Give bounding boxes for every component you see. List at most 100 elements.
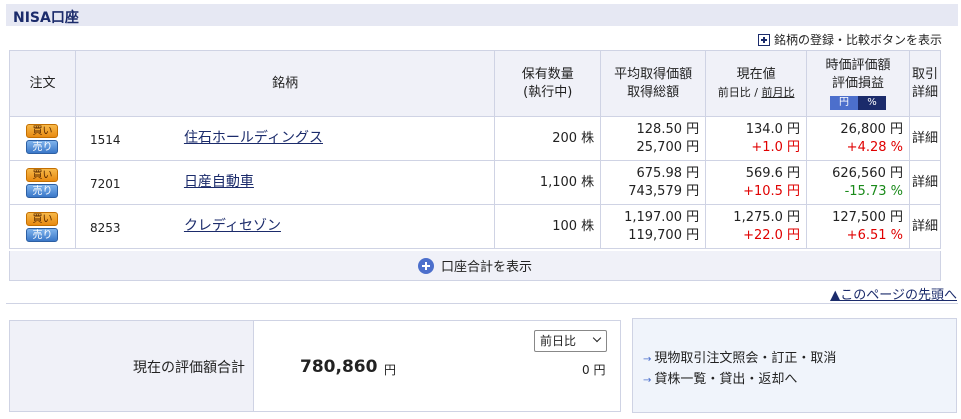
header-order: 注文	[9, 50, 76, 117]
price-cell: 569.6 円 +10.5 円	[705, 160, 808, 205]
order-inquiry-label: 現物取引注文照会・訂正・取消	[654, 351, 837, 366]
pl-percent: +4.28 %	[846, 139, 903, 155]
order-inquiry-link[interactable]: → 現物取引注文照会・訂正・取消	[643, 347, 836, 366]
total-cost: 119,700 円	[628, 227, 700, 243]
stock-cell: 8253 クレディセゾン	[74, 204, 496, 249]
market-value: 26,800 円	[840, 121, 903, 137]
table-row: 買い 売り 8253 クレディセゾン 100 株 1,197.00 円 119,…	[9, 204, 941, 249]
account-summary-toggle[interactable]: 口座合計を表示	[9, 251, 941, 281]
avg-cell: 1,197.00 円 119,700 円	[600, 204, 707, 249]
stock-name-link[interactable]: 住石ホールディングス	[184, 129, 323, 147]
buy-button[interactable]: 買い	[26, 211, 59, 226]
header-value-line1: 時価評価額	[825, 57, 891, 73]
header-avg-line2: 取得総額	[627, 84, 680, 100]
yen-toggle-button[interactable]: 円	[830, 95, 859, 110]
total-label-area: 現在の評価額合計	[10, 321, 254, 411]
avg-price: 128.50 円	[636, 121, 700, 137]
arrow-right-icon: →	[643, 375, 652, 386]
table-header-row: 注文 銘柄 保有数量 (執行中) 平均取得価額 取得総額 現在値 前日比 / 前…	[9, 50, 941, 117]
header-price: 現在値 前日比 / 前月比	[705, 50, 808, 117]
comparison-select[interactable]: 前日比	[534, 330, 607, 352]
total-label: 現在の評価額合計	[133, 360, 245, 376]
header-action: 取引 詳細	[909, 50, 941, 117]
value-cell: 626,560 円 -15.73 %	[806, 160, 910, 205]
order-cell: 買い 売り	[9, 160, 76, 205]
market-value: 127,500 円	[832, 209, 903, 225]
divider	[6, 303, 958, 304]
table-row: 買い 売り 1514 住石ホールディングス 200 株 128.50 円 25,…	[9, 116, 941, 161]
holdings-table: 注文 銘柄 保有数量 (執行中) 平均取得価額 取得総額 現在値 前日比 / 前…	[9, 50, 941, 249]
table-row: 買い 売り 7201 日産自動車 1,100 株 675.98 円 743,57…	[9, 160, 941, 205]
pl-percent: +6.51 %	[846, 227, 903, 243]
stock-code: 7201	[89, 177, 121, 191]
header-avg: 平均取得価額 取得総額	[600, 50, 707, 117]
header-price-sublinks: 前日比 / 前月比	[706, 84, 806, 102]
header-price-line1: 現在値	[736, 66, 776, 82]
page-top-link[interactable]: ▲このページの先頭へ	[830, 284, 957, 303]
pl-percent: -15.73 %	[844, 183, 903, 199]
yen-pct-toggle: 円 %	[830, 95, 887, 110]
avg-price: 675.98 円	[636, 165, 700, 181]
stock-name-link[interactable]: クレディセゾン	[184, 217, 281, 235]
price-change: +22.0 円	[743, 227, 801, 243]
qty-cell: 100 株	[494, 204, 602, 249]
total-value: 780,860	[300, 357, 378, 377]
order-cell: 買い 売り	[9, 204, 76, 249]
header-name: 銘柄	[74, 50, 496, 117]
header-qty: 保有数量 (執行中)	[494, 50, 602, 117]
lending-list-label: 貸株一覧・貸出・返却へ	[654, 372, 798, 387]
account-summary-label: 口座合計を表示	[440, 260, 532, 275]
qty-cell: 1,100 株	[494, 160, 602, 205]
avg-cell: 675.98 円 743,579 円	[600, 160, 707, 205]
stock-name-link[interactable]: 日産自動車	[184, 173, 254, 191]
header-action-line1: 取引	[911, 66, 938, 82]
day-change-toggle[interactable]: 前日比	[718, 86, 751, 99]
header-action-line2: 詳細	[911, 84, 938, 100]
header-value: 時価評価額 評価損益 円 %	[806, 50, 910, 117]
month-change-toggle[interactable]: 前月比	[761, 86, 794, 99]
sell-button[interactable]: 売り	[26, 183, 59, 198]
pct-toggle-button[interactable]: %	[858, 95, 887, 110]
avg-cell: 128.50 円 25,700 円	[600, 116, 707, 161]
comparison-select-value: 前日比	[540, 334, 577, 348]
price-cell: 1,275.0 円 +22.0 円	[705, 204, 808, 249]
stock-code: 8253	[89, 221, 121, 235]
header-avg-line1: 平均取得価額	[614, 66, 693, 82]
detail-link[interactable]: 詳細	[909, 204, 941, 249]
total-diff: 0 円	[582, 363, 606, 377]
avg-price: 1,197.00 円	[624, 209, 700, 225]
current-price: 1,275.0 円	[733, 209, 801, 225]
buy-button[interactable]: 買い	[26, 167, 59, 182]
lending-list-link[interactable]: → 貸株一覧・貸出・返却へ	[643, 368, 797, 387]
sell-button[interactable]: 売り	[26, 139, 59, 154]
header-qty-line2: (執行中)	[523, 84, 573, 100]
sell-button[interactable]: 売り	[26, 227, 59, 242]
price-change: +1.0 円	[751, 139, 801, 155]
total-unit: 円	[384, 363, 397, 377]
current-price: 134.0 円	[745, 121, 801, 137]
detail-link[interactable]: 詳細	[909, 160, 941, 205]
circle-plus-icon	[417, 257, 434, 274]
qty-cell: 200 株	[494, 116, 602, 161]
price-cell: 134.0 円 +1.0 円	[705, 116, 808, 161]
total-valuation-box: 現在の評価額合計 780,860 円 前日比 0 円	[9, 320, 621, 412]
toggle-compare-buttons[interactable]: 銘柄の登録・比較ボタンを表示	[757, 31, 942, 48]
buy-button[interactable]: 買い	[26, 123, 59, 138]
order-cell: 買い 売り	[9, 116, 76, 161]
related-links-box: → 現物取引注文照会・訂正・取消 → 貸株一覧・貸出・返却へ	[632, 318, 957, 413]
separator: /	[754, 85, 758, 99]
total-cost: 25,700 円	[636, 139, 700, 155]
total-cost: 743,579 円	[628, 183, 700, 199]
section-header: NISA口座	[6, 4, 958, 26]
current-price: 569.6 円	[745, 165, 801, 181]
header-qty-line1: 保有数量	[521, 66, 574, 82]
header-value-line2: 評価損益	[832, 75, 885, 91]
market-value: 626,560 円	[832, 165, 903, 181]
stock-code: 1514	[89, 133, 121, 147]
detail-link[interactable]: 詳細	[909, 116, 941, 161]
chevron-down-icon	[592, 333, 602, 343]
toggle-compare-label: 銘柄の登録・比較ボタンを表示	[773, 33, 942, 47]
price-change: +10.5 円	[743, 183, 801, 199]
plus-icon	[757, 33, 770, 46]
stock-cell: 7201 日産自動車	[74, 160, 496, 205]
